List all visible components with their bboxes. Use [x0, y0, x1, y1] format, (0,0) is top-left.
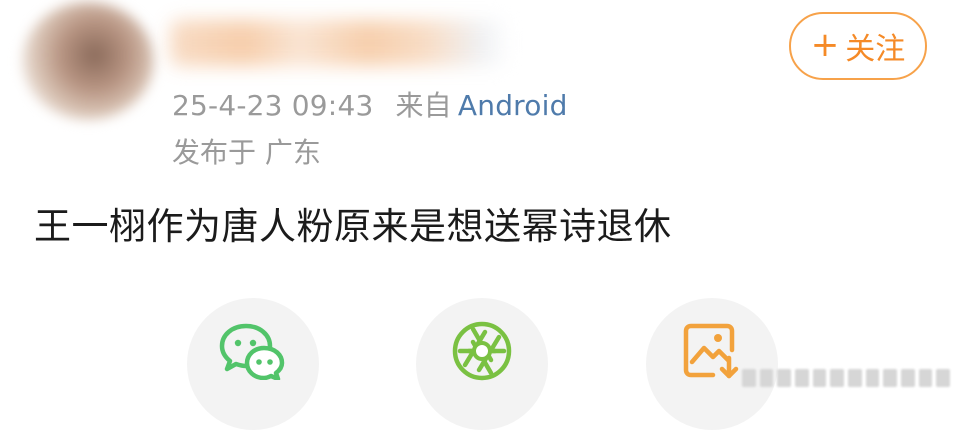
post-source-prefix: 来自: [395, 89, 452, 122]
watermark: [742, 364, 951, 392]
post-meta: 25-4-23 09:43 来自 Android: [172, 84, 568, 124]
post-device-link[interactable]: Android: [458, 89, 568, 122]
save-image-icon: [683, 323, 739, 379]
avatar[interactable]: [22, 2, 154, 120]
post-text: 王一栩作为唐人粉原来是想送幂诗退休: [34, 205, 672, 248]
plus-icon: +: [810, 25, 840, 65]
post-timestamp: 25-4-23 09:43: [172, 89, 374, 122]
follow-button[interactable]: + 关注: [789, 12, 927, 80]
wechat-icon: [219, 323, 285, 380]
share-wechat-button[interactable]: [187, 298, 319, 430]
username-blurred[interactable]: [170, 20, 510, 66]
moments-icon: [452, 321, 512, 381]
post-location: 发布于 广东: [172, 136, 321, 169]
follow-label: 关注: [845, 32, 906, 67]
share-moments-button[interactable]: [416, 298, 548, 430]
